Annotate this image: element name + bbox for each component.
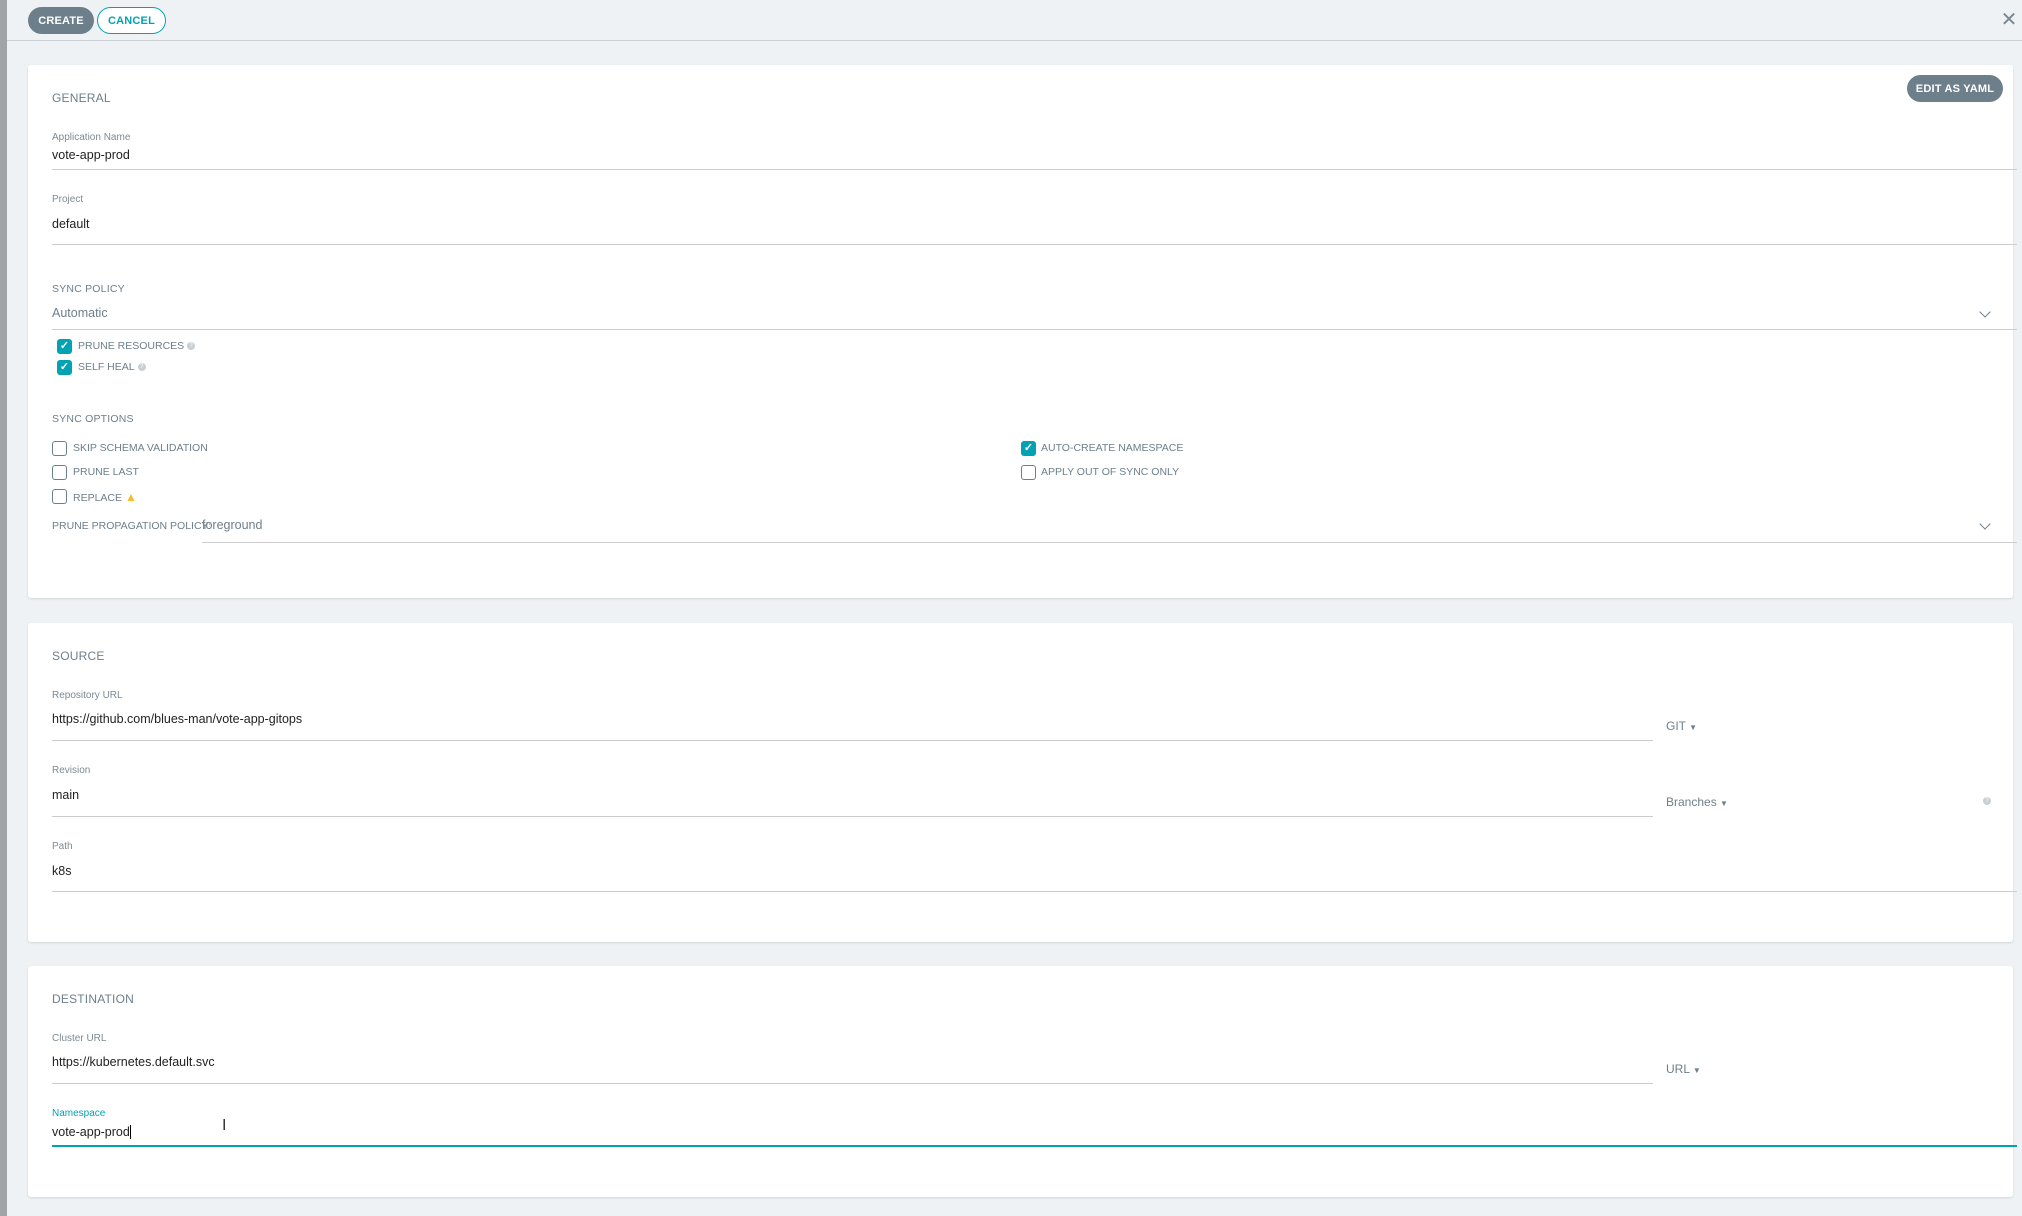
prune-last-checkbox[interactable] [52,465,67,480]
prune-last-label: PRUNE LAST [73,466,139,478]
general-card: EDIT AS YAML GENERAL Application Name vo… [28,65,2017,598]
background-page-edge [0,0,7,1216]
caret-down-icon: ▼ [1689,723,1698,732]
chevron-down-icon [1979,518,1991,530]
general-title: GENERAL [52,91,111,105]
caret-down-icon: ▼ [1692,1066,1701,1075]
help-icon[interactable]: ? [187,342,196,351]
app-name-input[interactable]: vote-app-prod [52,148,130,162]
namespace-label: Namespace [52,1108,106,1119]
chevron-down-icon [1979,306,1991,318]
top-toolbar: CREATE CANCEL [7,0,2022,41]
apply-out-of-sync-only-label: APPLY OUT OF SYNC ONLY [1041,466,1180,478]
create-button[interactable]: CREATE [28,7,94,34]
skip-schema-validation-checkbox[interactable] [52,441,67,456]
prune-propagation-policy-select[interactable]: foreground [202,518,262,532]
prune-resources-checkbox[interactable]: ✓ [57,339,72,354]
close-icon[interactable]: ✕ [2000,10,2018,30]
warning-icon: ▲ [124,490,137,504]
namespace-input[interactable]: vote-app-prod [52,1125,131,1139]
repo-type-dropdown[interactable]: GIT ▼ [1666,719,1697,733]
destination-card: DESTINATION Cluster URL https://kubernet… [28,966,2017,1197]
app-name-label: Application Name [52,132,131,143]
cluster-url-label: Cluster URL [52,1033,107,1044]
sync-options-title: SYNC OPTIONS [52,413,134,425]
apply-out-of-sync-only-checkbox[interactable] [1021,465,1036,480]
source-card: SOURCE Repository URL https://github.com… [28,623,2017,942]
source-title: SOURCE [52,649,105,663]
revision-input[interactable]: main [52,788,79,802]
replace-label: REPLACE [73,492,123,504]
self-heal-checkbox[interactable]: ✓ [57,360,72,375]
caret-down-icon: ▼ [1720,799,1728,808]
auto-create-namespace-label: AUTO-CREATE NAMESPACE [1041,442,1184,454]
sync-policy-title: SYNC POLICY [52,283,125,295]
repo-url-input[interactable]: https://github.com/blues-man/vote-app-gi… [52,712,302,726]
project-label: Project [52,194,84,205]
revision-type-dropdown[interactable]: Branches ▼ [1666,795,1728,809]
destination-title: DESTINATION [52,992,134,1006]
edit-as-yaml-button[interactable]: EDIT AS YAML [1907,75,2003,102]
skip-schema-validation-label: SKIP SCHEMA VALIDATION [73,442,208,454]
replace-checkbox[interactable] [52,489,67,504]
repo-url-label: Repository URL [52,690,123,701]
prune-resources-label: PRUNE RESOURCES [78,340,185,352]
cluster-url-input[interactable]: https://kubernetes.default.svc [52,1055,215,1069]
project-input[interactable]: default [52,217,90,231]
cluster-type-dropdown[interactable]: URL ▼ [1666,1062,1701,1076]
cancel-button[interactable]: CANCEL [97,7,166,34]
path-label: Path [52,841,73,852]
text-cursor-icon: I [222,1117,227,1134]
sync-policy-select[interactable]: Automatic [52,306,108,320]
help-icon[interactable]: ? [1983,797,1991,805]
help-icon[interactable]: ? [137,363,146,372]
auto-create-namespace-checkbox[interactable]: ✓ [1021,441,1036,456]
prune-propagation-policy-label: PRUNE PROPAGATION POLICY: [52,520,211,532]
revision-label: Revision [52,765,91,776]
self-heal-label: SELF HEAL [78,361,135,373]
path-input[interactable]: k8s [52,864,71,878]
